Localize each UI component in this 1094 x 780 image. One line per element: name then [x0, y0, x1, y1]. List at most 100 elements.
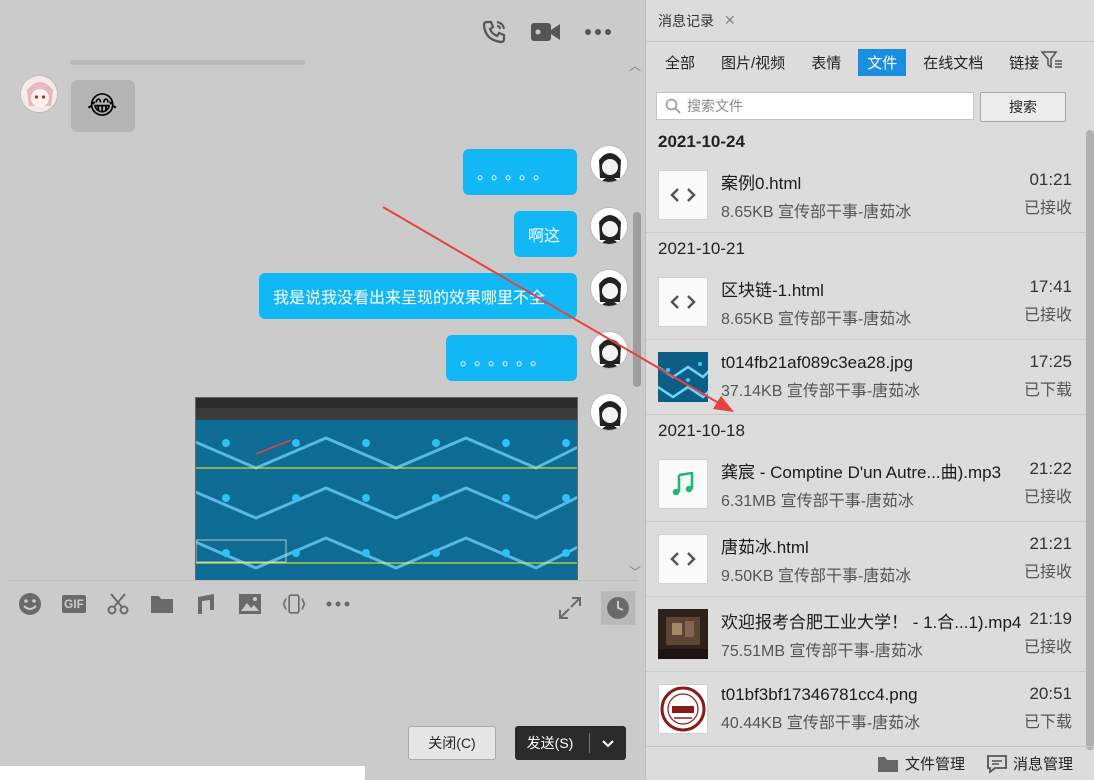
folder-icon: [877, 756, 898, 772]
file-status: 已接收: [1023, 307, 1072, 324]
image-icon[interactable]: [238, 592, 262, 616]
file-time: 20:51: [1029, 684, 1072, 703]
video-thumbnail: [658, 609, 708, 659]
file-status: 已接收: [1023, 200, 1072, 217]
message-manage-label: 消息管理: [1012, 756, 1073, 773]
text-message[interactable]: 。。。。。。: [446, 335, 577, 381]
scroll-down-icon[interactable]: ﹀: [629, 563, 641, 580]
more-options-icon[interactable]: [584, 28, 612, 36]
text-message[interactable]: 啊这: [514, 211, 577, 257]
file-size: 6.31MB: [721, 492, 777, 510]
file-sender: 宣传部干事-唐茹冰: [789, 642, 923, 660]
file-time: 17:41: [1029, 277, 1072, 296]
file-sender: 宣传部干事-唐茹冰: [780, 492, 914, 510]
music-file-icon: [658, 459, 708, 509]
scroll-up-icon[interactable]: ︿: [629, 57, 641, 74]
load-more-bar: [70, 60, 305, 65]
chat-top-actions: [480, 18, 612, 46]
gif-icon[interactable]: GIF: [62, 592, 86, 616]
chat-bubble-icon: [987, 754, 1007, 773]
file-status: 已下载: [1023, 714, 1072, 731]
file-size: 8.65KB: [721, 310, 774, 328]
file-time: 21:19: [1029, 609, 1072, 628]
date-header: 2021-10-21: [658, 239, 745, 258]
file-sender: 宣传部干事-唐茹冰: [786, 383, 921, 400]
search-placeholder: 搜索文件: [687, 98, 743, 114]
file-size: 8.65KB: [721, 203, 774, 221]
my-avatar[interactable]: [590, 331, 628, 369]
file-size: 75.51MB: [721, 642, 786, 660]
emoji-message[interactable]: 😂: [71, 80, 135, 132]
contact-avatar[interactable]: [20, 75, 58, 113]
code-file-icon: [658, 170, 708, 220]
code-file-icon: [658, 277, 708, 327]
search-button[interactable]: 搜索: [980, 92, 1066, 122]
seal-thumbnail: [658, 684, 708, 734]
message-manage-button[interactable]: 消息管理: [987, 753, 1073, 774]
search-input[interactable]: 搜索文件: [656, 92, 974, 120]
file-item[interactable]: 欢迎报考合肥工业大学！ - 1.合...1).mp4 75.51MB 宣传部干事…: [646, 597, 1086, 672]
file-sender: 宣传部干事-唐茹冰: [777, 203, 912, 221]
file-item[interactable]: 龚宸 - Comptine D'un Autre...曲).mp3 6.31MB…: [646, 447, 1086, 522]
date-header: 2021-10-24: [658, 132, 745, 151]
shake-icon[interactable]: [282, 592, 306, 616]
file-time: 01:21: [1029, 170, 1072, 189]
send-button[interactable]: 发送(S): [515, 726, 626, 760]
history-icon[interactable]: [601, 591, 635, 625]
filter-docs[interactable]: 在线文档: [914, 49, 992, 76]
file-status: 已下载: [1023, 382, 1072, 399]
file-item[interactable]: 区块链-1.html 8.65KB 宣传部干事-唐茹冰 17:41 已接收: [646, 265, 1086, 340]
text-message[interactable]: 我是说我没看出来呈现的效果哪里不全: [259, 273, 577, 319]
file-size: 40.44KB: [721, 715, 783, 732]
expand-icon[interactable]: [558, 596, 582, 620]
close-button[interactable]: 关闭(C): [408, 726, 496, 760]
my-avatar[interactable]: [590, 207, 628, 245]
close-icon[interactable]: ✕: [724, 12, 736, 29]
search-row: 搜索文件 搜索: [646, 82, 1094, 126]
filter-tabs: 全部 图片/视频 表情 文件 在线文档 链接: [646, 42, 1094, 82]
filter-stickers[interactable]: 表情: [802, 49, 850, 76]
file-manage-label: 文件管理: [904, 756, 965, 773]
text-message[interactable]: 。。。。。: [463, 149, 577, 195]
taskbar-strip: [0, 766, 365, 780]
folder-icon[interactable]: [150, 592, 174, 616]
filter-files[interactable]: 文件: [858, 48, 907, 76]
chat-window: ︿ 😂 。。。。。 啊这 我是说我没看出来呈现的效果哪里不全 。。。。。。 ﹀ …: [0, 0, 645, 780]
image-thumbnail: [658, 352, 708, 402]
music-icon[interactable]: [194, 592, 218, 616]
my-avatar[interactable]: [590, 145, 628, 183]
chat-scrollbar[interactable]: [633, 212, 641, 387]
file-sender: 宣传部干事-唐茹冰: [777, 567, 912, 585]
more-icon[interactable]: [326, 592, 350, 616]
filter-media[interactable]: 图片/视频: [712, 49, 794, 76]
my-avatar[interactable]: [590, 269, 628, 307]
file-item[interactable]: t01bf3bf17346781cc4.png 40.44KB 宣传部干事-唐茹…: [646, 672, 1086, 741]
emoji-icon[interactable]: [18, 592, 42, 616]
date-header: 2021-10-18: [658, 421, 745, 440]
image-message[interactable]: [195, 397, 578, 580]
video-call-icon[interactable]: [530, 20, 562, 44]
file-item[interactable]: t014fb21af089c3ea28.jpg 37.14KB 宣传部干事-唐茹…: [646, 340, 1086, 415]
file-item[interactable]: 案例0.html 8.65KB 宣传部干事-唐茹冰 01:21 已接收: [646, 158, 1086, 233]
file-status: 已接收: [1023, 639, 1072, 656]
file-sender: 宣传部干事-唐茹冰: [777, 310, 912, 328]
filter-icon[interactable]: [1040, 50, 1063, 75]
filter-all[interactable]: 全部: [656, 49, 704, 76]
records-title: 消息记录: [658, 12, 714, 29]
voice-call-icon[interactable]: [480, 18, 508, 46]
file-manage-button[interactable]: 文件管理: [877, 753, 965, 774]
message-list[interactable]: ︿ 😂 。。。。。 啊这 我是说我没看出来呈现的效果哪里不全 。。。。。。 ﹀: [0, 55, 645, 580]
records-tab[interactable]: 消息记录 ✕: [646, 0, 1094, 42]
file-list[interactable]: 2021-10-24 案例0.html 8.65KB 宣传部干事-唐茹冰 01:…: [646, 126, 1086, 741]
file-size: 9.50KB: [721, 567, 774, 585]
send-label: 发送(S): [526, 735, 574, 751]
file-item[interactable]: 唐茹冰.html 9.50KB 宣传部干事-唐茹冰 21:21 已接收: [646, 522, 1086, 597]
chevron-down-icon[interactable]: [602, 735, 615, 751]
my-avatar[interactable]: [590, 393, 628, 431]
records-scrollbar[interactable]: [1086, 130, 1094, 750]
scissors-icon[interactable]: [106, 592, 130, 616]
file-sender: 宣传部干事-唐茹冰: [786, 715, 921, 732]
code-file-icon: [658, 534, 708, 584]
filter-links[interactable]: 链接: [1000, 49, 1039, 76]
file-time: 17:25: [1029, 352, 1072, 371]
